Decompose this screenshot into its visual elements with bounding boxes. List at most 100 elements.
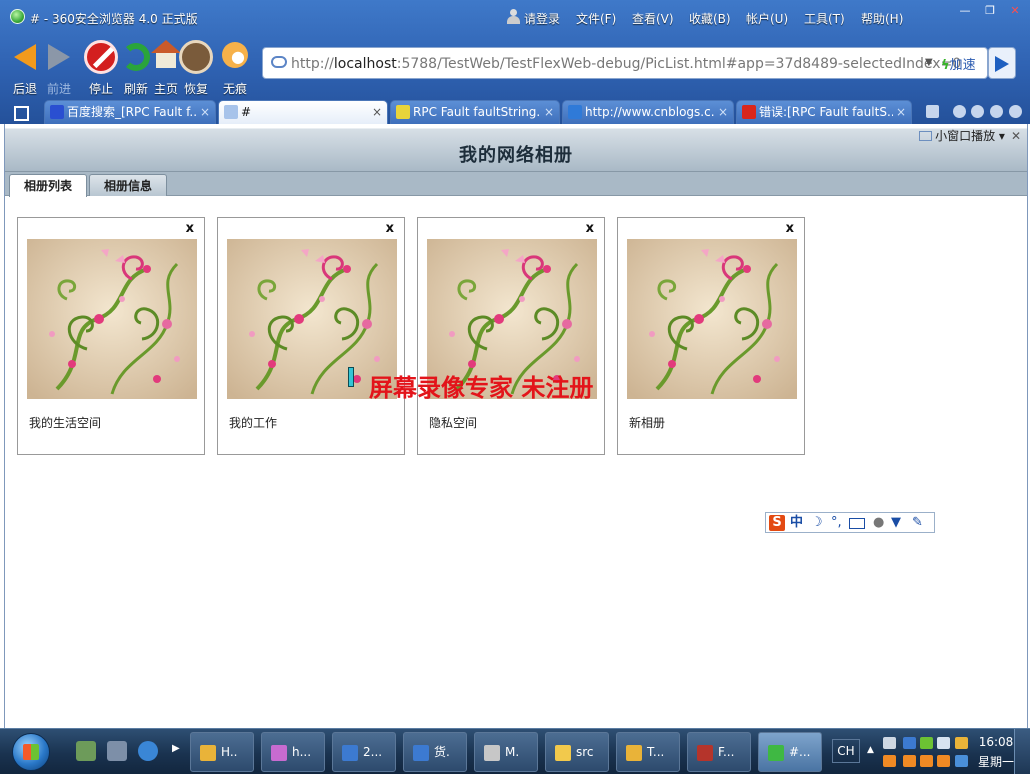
quicklaunch-expand-icon[interactable]: ▶ — [172, 743, 180, 754]
restore-button[interactable]: 恢复 — [177, 34, 215, 96]
pip-close-icon[interactable]: ✕ — [1011, 129, 1021, 143]
menu-account[interactable]: 帐户(U) — [746, 10, 788, 27]
back-arrow-icon — [14, 44, 36, 70]
browser-tab[interactable]: 错误:[RPC Fault faultS... × — [736, 100, 912, 124]
tab-label: http://www.cnblogs.c... — [585, 105, 715, 119]
album-card[interactable]: x 我的生活空间 — [17, 217, 205, 455]
close-all-tabs-icon[interactable] — [1009, 105, 1022, 118]
tab-album-list[interactable]: 相册列表 — [9, 174, 88, 197]
tab-scroll-right-icon[interactable] — [971, 105, 984, 118]
taskbar-button[interactable]: src — [545, 732, 609, 772]
show-desktop-button[interactable] — [1014, 729, 1030, 774]
system-clock[interactable]: 16:08 星期一 — [976, 732, 1016, 772]
maximize-button[interactable]: ❐ — [980, 4, 1000, 19]
tab-label: 错误:[RPC Fault faultS... — [759, 105, 893, 119]
menu-view[interactable]: 查看(V) — [632, 10, 674, 27]
taskbar-button[interactable]: #... — [758, 732, 822, 772]
ie-quicklaunch-icon[interactable] — [138, 741, 158, 761]
delete-album-icon[interactable]: x — [186, 221, 194, 236]
address-dropdown-icon[interactable]: ▼ — [925, 57, 933, 68]
tab-favicon-icon — [742, 105, 756, 119]
recorder-watermark: 屏幕录像专家 未注册 — [369, 373, 594, 402]
taskbar-button[interactable]: T... — [616, 732, 680, 772]
album-cover-image[interactable] — [627, 239, 797, 399]
tab-close-icon[interactable]: × — [718, 101, 728, 123]
tab-list-icon[interactable] — [990, 105, 1003, 118]
punctuation-icon[interactable]: °, — [831, 515, 842, 531]
forward-label: 前进 — [46, 82, 71, 96]
album-card[interactable]: x 新相册 — [617, 217, 805, 455]
delete-album-icon[interactable]: x — [786, 221, 794, 236]
menu-login[interactable]: 请登录 — [524, 10, 560, 27]
taskbar-button[interactable]: 2... — [332, 732, 396, 772]
menu-tools[interactable]: 工具(T) — [804, 10, 845, 27]
half-width-icon[interactable]: ☽ — [811, 515, 823, 531]
text-cursor-icon — [344, 365, 356, 387]
skin-icon[interactable]: ▼ — [891, 515, 901, 531]
taskbar-app-icon — [626, 745, 642, 761]
ime-tools-icon[interactable]: ✎ — [912, 515, 923, 531]
tab-close-icon[interactable]: × — [372, 101, 382, 123]
tab-close-icon[interactable]: × — [200, 101, 210, 123]
album-card[interactable]: x 我的工作 — [217, 217, 405, 455]
tab-scroll-left-icon[interactable] — [953, 105, 966, 118]
forward-button[interactable]: 前进 — [40, 34, 78, 96]
tab-album-info[interactable]: 相册信息 — [89, 174, 168, 196]
album-card[interactable]: x 隐私空间 — [417, 217, 605, 455]
ime-user-icon[interactable]: ● — [873, 515, 884, 531]
back-button[interactable]: 后退 — [6, 34, 44, 96]
show-desktop-icon[interactable] — [76, 741, 96, 761]
language-indicator[interactable]: CH — [832, 739, 860, 763]
tray-app-icon[interactable] — [903, 737, 916, 749]
browser-tab[interactable]: http://www.cnblogs.c... × — [562, 100, 734, 124]
speed-up-button[interactable]: ϟ加速 — [941, 54, 976, 73]
go-button[interactable] — [988, 47, 1016, 79]
delete-album-icon[interactable]: x — [386, 221, 394, 236]
tab-menu-icon[interactable] — [6, 102, 34, 122]
menu-file[interactable]: 文件(F) — [576, 10, 616, 27]
cloud-sync-icon[interactable] — [926, 105, 939, 118]
tray-expand-icon[interactable]: ▲ — [867, 745, 874, 755]
explorer-quicklaunch-icon[interactable] — [107, 741, 127, 761]
close-window-button[interactable]: ✕ — [1005, 4, 1025, 19]
private-mode-button[interactable]: 无痕 — [216, 34, 254, 96]
url-path: :5788/TestWeb/TestFlexWeb-debug/PicList.… — [396, 56, 962, 72]
tray-qq-icon-2[interactable] — [903, 755, 916, 767]
soft-keyboard-icon[interactable] — [849, 518, 865, 529]
tab-close-icon[interactable]: × — [544, 101, 554, 123]
tray-qq-icon-3[interactable] — [920, 755, 933, 767]
stop-button[interactable]: 停止 — [82, 34, 120, 96]
taskbar-button[interactable]: H.. — [190, 732, 254, 772]
album-cover-image[interactable] — [27, 239, 197, 399]
taskbar-app-icon — [200, 745, 216, 761]
tray-security-icon[interactable] — [920, 737, 933, 749]
ime-toolbar: S 中 ☽ °, ● ▼ ✎ — [765, 512, 935, 533]
menu-help[interactable]: 帮助(H) — [861, 10, 903, 27]
taskbar-button[interactable]: F... — [687, 732, 751, 772]
tray-monitor-icon[interactable] — [955, 755, 968, 767]
delete-album-icon[interactable]: x — [586, 221, 594, 236]
ime-chinese-mode[interactable]: 中 — [790, 515, 803, 531]
sogou-logo-icon[interactable]: S — [769, 515, 785, 531]
tray-qq-icon-1[interactable] — [883, 755, 896, 767]
tray-qq-icon-4[interactable] — [937, 755, 950, 767]
address-bar[interactable]: http://localhost:5788/TestWeb/TestFlexWe… — [262, 47, 988, 79]
browser-tab[interactable]: RPC Fault faultString... × — [390, 100, 560, 124]
minimize-button[interactable]: — — [955, 4, 975, 19]
taskbar-app-icon — [342, 745, 358, 761]
tray-network-icon[interactable] — [883, 737, 896, 749]
tab-close-icon[interactable]: × — [896, 101, 906, 123]
menu-favorites[interactable]: 收藏(B) — [689, 10, 731, 27]
tab-current[interactable]: # × — [218, 100, 388, 124]
start-button[interactable] — [12, 733, 50, 771]
stop-icon — [84, 40, 118, 74]
tray-misc-icon[interactable] — [955, 737, 968, 749]
taskbar-button[interactable]: 货. — [403, 732, 467, 772]
browser-tab[interactable]: 百度搜索_[RPC Fault f... × — [44, 100, 216, 124]
taskbar-button[interactable]: h... — [261, 732, 325, 772]
pip-play-button[interactable]: 小窗口播放 ▾ ✕ — [919, 127, 1021, 144]
taskbar-button[interactable]: M. — [474, 732, 538, 772]
tray-volume-icon[interactable] — [937, 737, 950, 749]
lightning-icon: ϟ — [941, 58, 950, 73]
address-url[interactable]: http://localhost:5788/TestWeb/TestFlexWe… — [291, 56, 961, 72]
